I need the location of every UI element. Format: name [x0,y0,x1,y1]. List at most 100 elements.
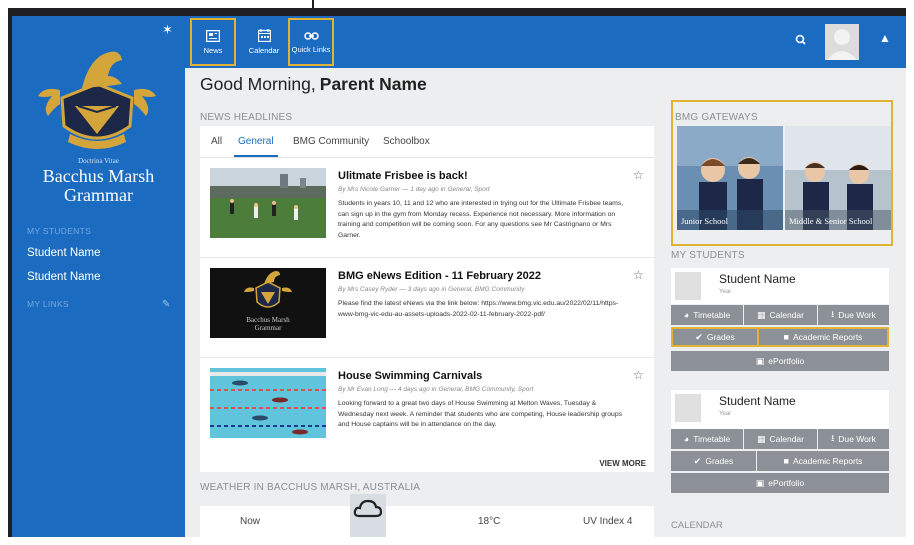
article-meta: By Mrs Nicole Garner — 1 day ago in Gene… [338,186,490,193]
briefcase-icon: ▣ [755,477,765,488]
student-name[interactable]: Student Name [719,272,796,286]
weather-icon-box [350,494,386,537]
calendar-button[interactable]: ▦ Calendar [744,305,817,325]
grades-label: Grades [705,456,734,466]
sidebar-student-item[interactable]: Student Name [27,247,101,259]
main-content: Good Morning, Parent Name NEWS HEADLINES … [185,68,906,537]
article-thumbnail-frisbee [210,168,326,238]
tab-all[interactable]: All [211,136,222,147]
timetable-label: Timetable [693,434,731,444]
article-meta: By Mrs Casey Ryder — 3 days ago in Gener… [338,286,525,293]
article-title[interactable]: Ulitmate Frisbee is back! [338,170,468,182]
calendar-label: Calendar [769,310,805,320]
favourite-star-icon[interactable]: ☆ [633,268,644,282]
bmg-gateways-panel: BMG GATEWAYS Junior School Middle & Seni… [671,100,893,246]
due-work-button[interactable]: ⭳ Due Work [818,305,889,325]
favourite-star-icon[interactable]: ☆ [633,168,644,182]
news-tabs: All General BMG Community Schoolbox [200,126,654,158]
tab-bmg-community[interactable]: BMG Community [293,136,369,147]
timetable-button[interactable]: ◕ Timetable [671,429,743,449]
nav-news-button[interactable]: News [190,18,236,66]
app-window: ✶ Doctrina Vitae Bacchus Marsh Grammar M… [8,8,906,537]
my-students-heading: MY STUDENTS [27,226,92,236]
weather-widget: Now 18°C UV Index 4 [200,494,654,537]
article-title[interactable]: BMG eNews Edition - 11 February 2022 [338,270,541,282]
tab-general[interactable]: General [238,136,274,147]
student-card[interactable]: Student Name Year [671,268,889,304]
news-article[interactable]: Ulitmate Frisbee is back! By Mrs Nicole … [200,158,654,258]
news-article[interactable]: House Swimming Carnivals By Mr Evan Long… [200,358,654,458]
student-year: Year [719,411,732,417]
student-year: Year [719,289,732,295]
nav-quick-links-label: Quick Links [291,44,331,54]
annotation-tick [312,0,314,8]
news-icon [206,29,220,42]
my-links-heading: MY LINKS [27,299,69,309]
middle-senior-school-link[interactable]: Middle & Senior School [785,126,891,230]
edit-links-icon[interactable]: ✎ [162,299,170,310]
thumb-school-name-line2: Grammar [255,324,282,332]
nav-calendar-label: Calendar [248,46,280,55]
academic-reports-button[interactable]: ■ Academic Reports [757,327,889,347]
download-icon: ⭳ [831,433,835,443]
eportfolio-label: ePortfolio [768,478,805,488]
student-card[interactable]: Student Name Year [671,390,889,430]
link-icon [303,31,319,40]
grades-button[interactable]: ✔ Grades [671,327,759,347]
school-name-line1: Bacchus Marsh [42,166,155,186]
middle-senior-school-caption: Middle & Senior School [789,216,873,226]
eportfolio-button[interactable]: ▣ ePortfolio [671,351,889,371]
school-motto: Doctrina Vitae [78,157,119,165]
nav-calendar-button[interactable]: Calendar [241,18,287,66]
timetable-label: Timetable [693,310,731,320]
article-title[interactable]: House Swimming Carnivals [338,370,482,382]
calendar-button[interactable]: ▦ Calendar [744,429,817,449]
eportfolio-label: ePortfolio [768,356,805,366]
weather-uv-index: UV Index 4 [583,516,633,527]
news-article[interactable]: Bacchus Marsh Grammar BMG eNews Edition … [200,258,654,358]
sidebar-student-item[interactable]: Student Name [27,271,101,283]
academic-reports-button[interactable]: ■ Academic Reports [757,451,889,471]
gateways-heading: BMG GATEWAYS [675,112,758,123]
grades-button[interactable]: ✔ Grades [671,451,756,471]
news-heading: NEWS HEADLINES [200,112,293,123]
pin-icon[interactable]: ✶ [162,22,173,38]
student-avatar [675,272,701,300]
user-avatar[interactable] [825,24,859,60]
document-icon: ■ [783,332,789,342]
article-summary: Please find the latest eNews via the lin… [338,300,619,318]
nav-quick-links-button[interactable]: Quick Links [288,18,334,66]
tab-schoolbox[interactable]: Schoolbox [383,136,430,147]
timetable-button[interactable]: ◕ Timetable [671,305,743,325]
student-avatar [675,394,701,422]
junior-school-link[interactable]: Junior School [677,126,783,230]
junior-school-caption: Junior School [681,216,728,226]
clock-icon: ◕ [683,434,690,444]
due-work-label: Due Work [838,434,876,444]
avatar-silhouette-icon [827,29,857,60]
nav-news-label: News [203,45,223,55]
student-name[interactable]: Student Name [719,394,796,408]
weather-heading: WEATHER IN BACCHUS MARSH, AUSTRALIA [200,482,421,493]
my-students-section-heading: MY STUDENTS [671,250,745,261]
calendar-small-icon: ▦ [756,433,766,444]
view-more-link[interactable]: VIEW MORE [599,459,646,468]
calendar-section-heading: CALENDAR [671,520,723,531]
news-panel: All General BMG Community Schoolbox Ulit… [200,126,654,472]
greeting: Good Morning, Parent Name [200,74,427,95]
article-summary: Students in years 10, 11 and 12 who are … [338,200,624,239]
favourite-star-icon[interactable]: ☆ [633,368,644,382]
calendar-label: Calendar [769,434,805,444]
briefcase-icon: ▣ [755,355,765,366]
eportfolio-button[interactable]: ▣ ePortfolio [671,473,889,493]
search-icon[interactable] [791,30,811,50]
notification-bell-icon[interactable]: ▲ [879,31,891,45]
article-summary: Looking forward to a great two days of H… [338,400,622,428]
due-work-button[interactable]: ⭳ Due Work [818,429,889,449]
download-icon: ⭳ [831,309,835,319]
cloud-icon [353,499,383,518]
school-name-line2: Grammar [64,185,133,205]
school-crest-logo [38,51,156,149]
sidebar: ✶ Doctrina Vitae Bacchus Marsh Grammar M… [12,16,185,537]
document-icon: ■ [783,456,789,466]
